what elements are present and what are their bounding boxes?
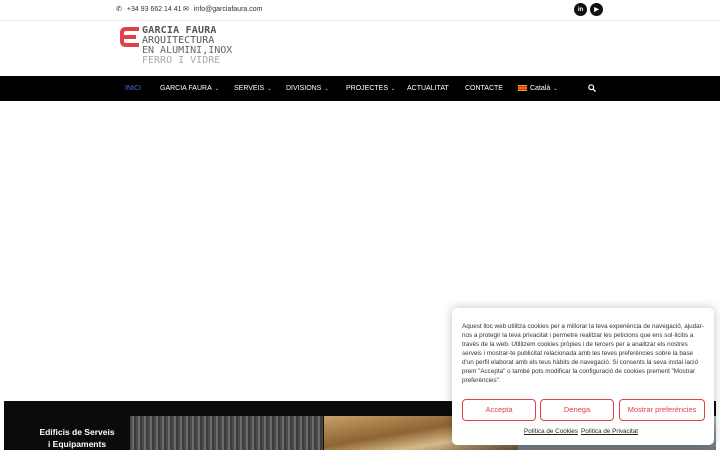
email-address: info@garciafaura.com <box>193 5 263 13</box>
deny-button[interactable]: Denega <box>540 399 614 421</box>
accept-button[interactable]: Accepta <box>462 399 536 421</box>
cookie-consent-banner: Aquest lloc web utilitza cookies per a m… <box>452 308 714 445</box>
phone-icon: ✆ <box>116 6 122 13</box>
chevron-down-icon: ⌄ <box>553 86 558 92</box>
main-navigation: INICI GARCIA FAURA ⌄ SERVEIS ⌄ DIVISIONS ⌄ … <box>0 76 720 101</box>
language-selector[interactable]: Català ⌄ <box>518 76 557 101</box>
chevron-down-icon: ⌄ <box>324 86 329 92</box>
nav-item-contacte[interactable]: CONTACTE <box>465 76 503 101</box>
gallery-image[interactable] <box>130 416 323 450</box>
nav-item-inici[interactable]: INICI <box>125 76 141 101</box>
catalan-flag-icon <box>518 85 527 91</box>
envelope-icon: ✉ <box>183 6 189 13</box>
logo-line-4: FERRO I VIDRE <box>142 55 221 66</box>
search-icon[interactable] <box>588 84 596 92</box>
privacy-policy-link[interactable]: Política de Privacitat <box>581 428 638 435</box>
logo-mark-icon <box>120 27 139 47</box>
top-contact-bar: ✆ +34 93 662 14 41 ✉ info@garciafaura.co… <box>0 0 720 20</box>
chevron-down-icon: ⌄ <box>214 86 219 92</box>
youtube-icon[interactable]: ▶ <box>590 3 603 16</box>
nav-item-actualitat[interactable]: ACTUALITAT <box>407 76 449 101</box>
linkedin-icon[interactable]: in <box>574 3 587 16</box>
nav-item-garcia-faura[interactable]: GARCIA FAURA ⌄ <box>160 76 219 101</box>
preferences-button[interactable]: Mostrar preferències <box>619 399 705 421</box>
nav-item-projectes[interactable]: PROJECTES ⌄ <box>346 76 395 101</box>
chevron-down-icon: ⌄ <box>391 86 396 92</box>
site-logo[interactable]: GARCIA FAURA ARQUITECTURA EN ALUMINI,INO… <box>120 26 250 70</box>
phone-number: +34 93 662 14 41 <box>126 5 182 13</box>
cookie-message: Aquest lloc web utilitza cookies per a m… <box>462 323 704 384</box>
gallery-caption[interactable]: Edificis de Serveis i Equipaments <box>22 426 132 450</box>
email-contact[interactable]: ✉ info@garciafaura.com <box>183 5 263 14</box>
chevron-down-icon: ⌄ <box>267 86 272 92</box>
header-divider <box>0 20 720 21</box>
cookie-policy-link[interactable]: Política de Cookies <box>524 428 578 435</box>
nav-item-serveis[interactable]: SERVEIS ⌄ <box>234 76 271 101</box>
phone-contact[interactable]: ✆ +34 93 662 14 41 <box>116 5 182 14</box>
nav-item-divisions[interactable]: DIVISIONS ⌄ <box>286 76 329 101</box>
